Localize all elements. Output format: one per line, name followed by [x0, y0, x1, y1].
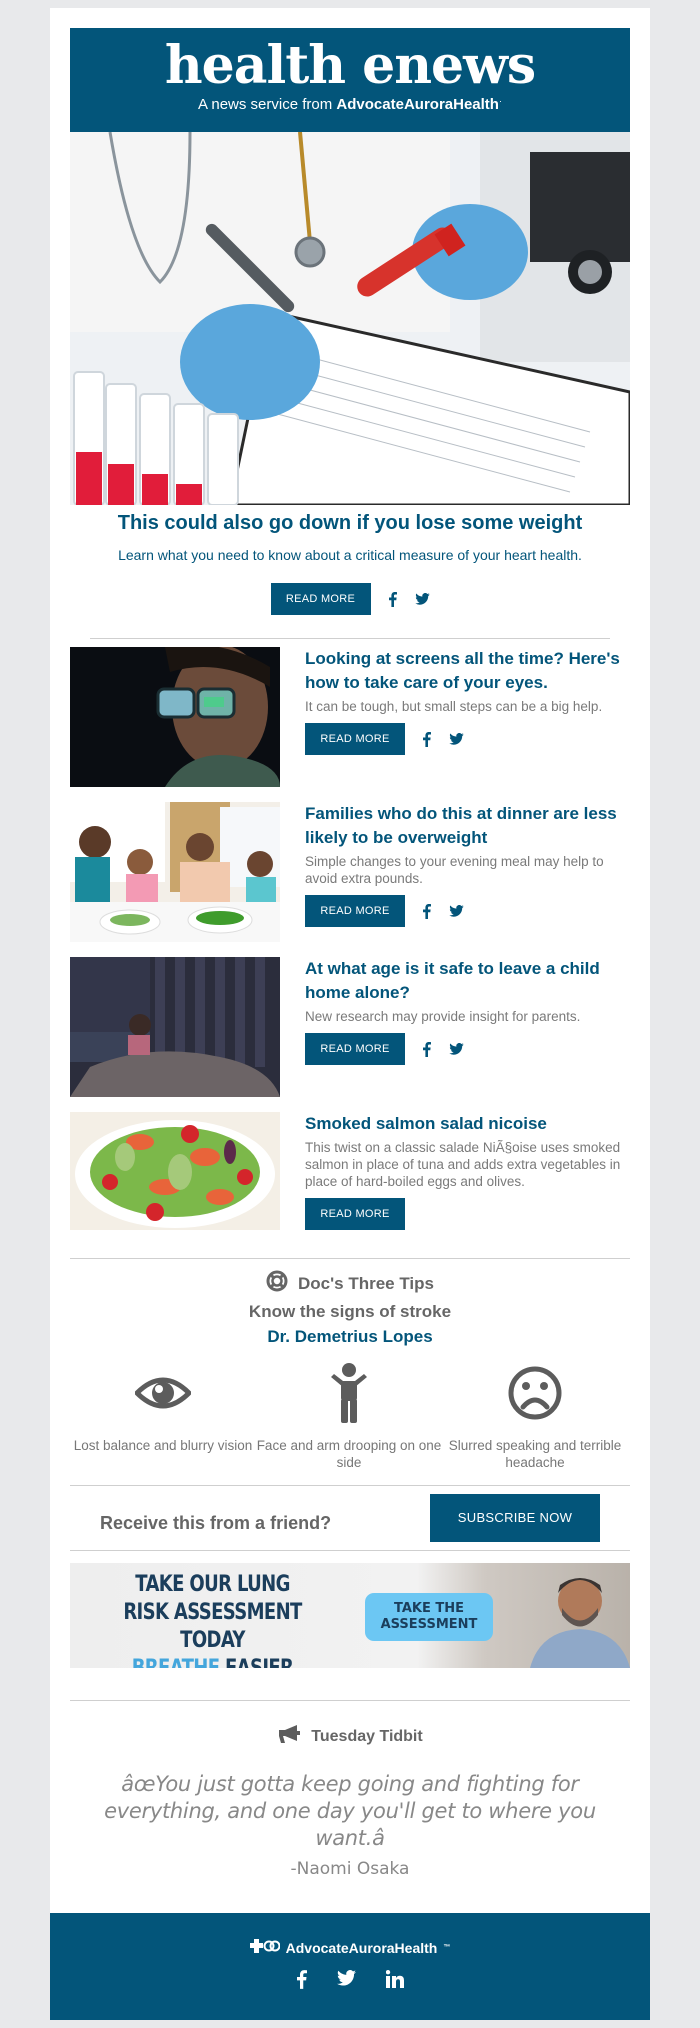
- tip-item: Face and arm drooping on one side: [256, 1363, 442, 1471]
- tidbit-heading: Tuesday Tidbit: [311, 1727, 423, 1745]
- hero-share-icons: [388, 591, 430, 607]
- facebook-icon[interactable]: [423, 903, 431, 919]
- lifebuoy-icon: [266, 1270, 288, 1297]
- hero-actions: READ MORE: [70, 583, 630, 615]
- tagline-mark: ·: [498, 96, 502, 106]
- twitter-icon[interactable]: [449, 1043, 464, 1055]
- article-actions: READ MORE: [305, 723, 635, 755]
- read-more-button[interactable]: READ MORE: [305, 1198, 405, 1230]
- tips-divider: [70, 1258, 630, 1259]
- tips-doctor-name[interactable]: Dr. Demetrius Lopes: [70, 1327, 630, 1347]
- tip-item: Slurred speaking and terrible headache: [442, 1363, 628, 1471]
- megaphone-icon: [277, 1724, 301, 1749]
- banner-line-1: TAKE OUR LUNG: [135, 1572, 290, 1597]
- banner-person-photo: [500, 1563, 630, 1668]
- article-headline[interactable]: Smoked salmon salad nicoise: [305, 1112, 635, 1136]
- banner-line-2: RISK ASSESSMENT TODAY: [123, 1600, 302, 1653]
- cta-line-1: TAKE THE: [393, 1601, 464, 1616]
- masthead[interactable]: health enews A news service from Advocat…: [70, 28, 630, 132]
- hero-description: Learn what you need to know about a crit…: [118, 547, 582, 563]
- tip-text: Slurred speaking and terrible headache: [448, 1438, 622, 1470]
- linkedin-icon[interactable]: [385, 1970, 404, 1994]
- read-more-button[interactable]: READ MORE: [305, 723, 405, 755]
- share-icons: [423, 1041, 464, 1057]
- twitter-icon[interactable]: [449, 905, 464, 917]
- article-actions: READ MORE: [305, 1033, 635, 1065]
- read-more-button[interactable]: READ MORE: [305, 1033, 405, 1065]
- article-description: Simple changes to your evening meal may …: [305, 854, 604, 886]
- tip-item: Lost balance and blurry vision: [70, 1363, 256, 1471]
- article-thumbnail[interactable]: [70, 647, 280, 787]
- facebook-icon[interactable]: [423, 731, 431, 747]
- sad-face-icon: [442, 1363, 628, 1423]
- brand-cross-icon: [249, 1939, 281, 1956]
- article-thumbnail[interactable]: [70, 1112, 280, 1230]
- cta-line-2: ASSESSMENT: [380, 1617, 478, 1632]
- lung-assessment-banner[interactable]: TAKE OUR LUNG RISK ASSESSMENT TODAY BREA…: [70, 1563, 630, 1668]
- footer: AdvocateAuroraHealth ™: [50, 1913, 650, 2020]
- twitter-icon[interactable]: [449, 733, 464, 745]
- take-assessment-button[interactable]: TAKE THE ASSESSMENT: [365, 1593, 493, 1641]
- hero-headline[interactable]: This could also go down if you lose some…: [70, 512, 630, 535]
- person-arms-up-icon: [256, 1363, 442, 1423]
- hero-divider: [90, 638, 610, 639]
- subscribe-divider-top: [70, 1485, 630, 1486]
- subscribe-divider-bottom: [70, 1550, 630, 1551]
- tips-heading: Doc's Three Tips: [298, 1273, 434, 1293]
- footer-social-links: [50, 1970, 650, 1994]
- read-more-button[interactable]: READ MORE: [305, 895, 405, 927]
- banner-headline: TAKE OUR LUNG RISK ASSESSMENT TODAY BREA…: [96, 1571, 330, 1668]
- article-headline[interactable]: Families who do this at dinner are less …: [305, 802, 635, 850]
- tidbit-quote: âœYou just gotta keep going and fighting…: [104, 1772, 596, 1850]
- eye-icon: [70, 1363, 256, 1423]
- tidbit-header: Tuesday Tidbit: [70, 1724, 630, 1749]
- tidbit-divider: [70, 1700, 630, 1701]
- tagline-brand: AdvocateAuroraHealth: [336, 96, 499, 113]
- tidbit-author: -Naomi Osaka: [290, 1859, 410, 1879]
- facebook-icon[interactable]: [423, 1041, 431, 1057]
- tips-subheading: Know the signs of stroke: [248, 1302, 452, 1321]
- subscribe-question: Receive this from a friend?: [100, 1513, 332, 1533]
- article-headline[interactable]: Looking at screens all the time? Here's …: [305, 647, 635, 695]
- tip-text: Lost balance and blurry vision: [73, 1438, 253, 1453]
- article-thumbnail[interactable]: [70, 957, 280, 1097]
- tips-header: Doc's Three Tips Know the signs of strok…: [70, 1270, 630, 1347]
- email-container: health enews A news service from Advocat…: [50, 8, 650, 2020]
- tagline-prefix: A news service from: [198, 96, 337, 113]
- article-actions: READ MORE: [305, 895, 635, 927]
- facebook-icon[interactable]: [388, 591, 397, 607]
- article-description: It can be tough, but small steps can be …: [305, 699, 603, 714]
- facebook-icon[interactable]: [296, 1970, 307, 1994]
- footer-logo[interactable]: AdvocateAuroraHealth ™: [50, 1939, 650, 1956]
- article-headline[interactable]: At what age is it safe to leave a child …: [305, 957, 635, 1005]
- hero-read-more-button[interactable]: READ MORE: [270, 583, 371, 615]
- footer-brand: AdvocateAuroraHealth: [285, 1939, 438, 1956]
- share-icons: [423, 731, 464, 747]
- article-description: New research may provide insight for par…: [305, 1009, 581, 1024]
- banner-breathe: BREATHE: [132, 1656, 220, 1668]
- article-actions: READ MORE: [305, 1198, 635, 1230]
- banner-line-3: BREATHE EASIER: [96, 1655, 330, 1668]
- article-description: This twist on a classic salade NiÃ§oise …: [305, 1140, 621, 1189]
- hero-image[interactable]: [70, 132, 630, 505]
- tip-text: Face and arm drooping on one side: [256, 1438, 442, 1470]
- subscribe-now-button[interactable]: SUBSCRIBE NOW: [430, 1494, 600, 1542]
- health-enews-logo: health enews: [164, 35, 536, 96]
- share-icons: [423, 903, 464, 919]
- twitter-icon[interactable]: [414, 593, 430, 605]
- footer-trademark: ™: [443, 1944, 451, 1951]
- article-thumbnail[interactable]: [70, 802, 280, 942]
- masthead-tagline: A news service from AdvocateAuroraHealth…: [70, 96, 630, 113]
- banner-easier: EASIER: [219, 1656, 294, 1668]
- twitter-icon[interactable]: [336, 1970, 356, 1994]
- tips-list: Lost balance and blurry vision Face and …: [70, 1363, 630, 1471]
